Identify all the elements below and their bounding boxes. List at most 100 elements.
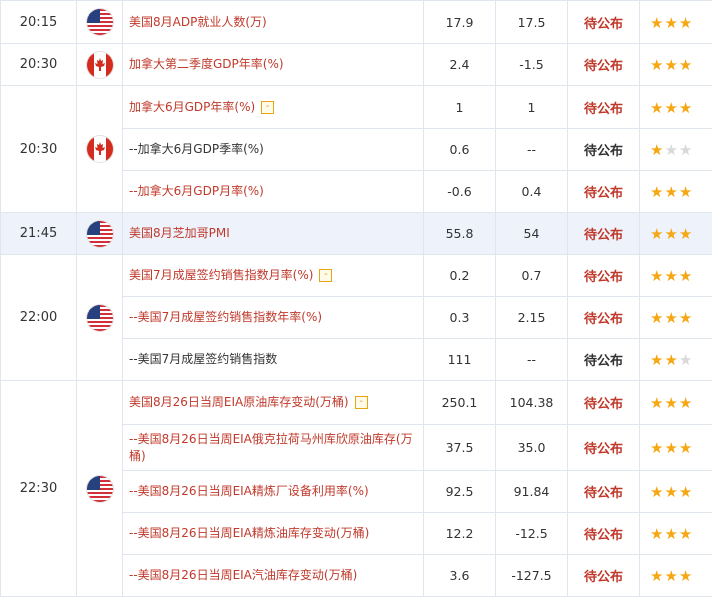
previous-value: 250.1 xyxy=(423,380,496,425)
event-name-link[interactable]: --美国7月成屋签约销售指数 xyxy=(129,352,277,366)
star-filled-icon: ★ xyxy=(678,56,693,74)
forecast-value: -1.5 xyxy=(495,43,568,86)
forecast-value: 17.5 xyxy=(495,0,568,44)
actual-status: 待公布 xyxy=(567,470,640,513)
previous-value: 3.6 xyxy=(423,554,496,597)
star-filled-icon: ★ xyxy=(650,267,664,285)
previous-value: 17.9 xyxy=(423,0,496,44)
star-filled-icon: ★ xyxy=(678,267,693,285)
forecast-value: -- xyxy=(495,128,568,171)
star-filled-icon: ★ xyxy=(650,13,664,32)
us-flag-icon xyxy=(86,475,113,502)
previous-value: 0.2 xyxy=(423,254,496,297)
us-flag-icon xyxy=(86,9,113,35)
event-time: 20:30 xyxy=(0,43,77,86)
event-row[interactable]: 20:15 美国8月ADP就业人数(万) 17.9 17.5 待公布 ★★★ xyxy=(0,0,712,44)
event-row[interactable]: 20:30 加拿大6月GDP年率(%) -1 1 待公布 ★★★ xyxy=(0,85,712,213)
us-flag-icon xyxy=(86,304,113,331)
event-time: 22:00 xyxy=(0,254,77,381)
star-empty-icon: ★ xyxy=(678,141,693,159)
event-name-link[interactable]: 加拿大6月GDP年率(%) xyxy=(129,100,255,114)
star-filled-icon: ★ xyxy=(664,567,678,585)
event-name-link[interactable]: --美国8月26日当周EIA俄克拉荷马州库欣原油库存(万桶) xyxy=(129,432,413,463)
economic-calendar-table: 20:15 美国8月ADP就业人数(万) 17.9 17.5 待公布 ★★★ 20:30 加拿… xyxy=(0,0,712,597)
forecast-value: 35.0 xyxy=(495,424,568,471)
actual-status: 待公布 xyxy=(567,128,640,171)
star-filled-icon: ★ xyxy=(664,439,678,457)
event-name-link[interactable]: --美国8月26日当周EIA精炼厂设备利用率(%) xyxy=(129,484,369,498)
previous-value: -0.6 xyxy=(423,170,496,213)
ca-flag-icon xyxy=(86,51,113,78)
importance-stars: ★★★ xyxy=(639,43,712,86)
star-filled-icon: ★ xyxy=(664,56,678,74)
star-filled-icon: ★ xyxy=(664,483,678,501)
forecast-value: 104.38 xyxy=(495,380,568,425)
forecast-value: 0.7 xyxy=(495,254,568,297)
collapse-toggle-icon[interactable]: - xyxy=(319,269,333,282)
event-name-link[interactable]: --加拿大6月GDP季率(%) xyxy=(129,142,264,156)
star-filled-icon: ★ xyxy=(678,98,693,117)
importance-stars: ★★★ xyxy=(639,85,712,129)
actual-status: 待公布 xyxy=(567,43,640,86)
event-name-link[interactable]: --美国8月26日当周EIA精炼油库存变动(万桶) xyxy=(129,526,369,540)
star-empty-icon: ★ xyxy=(664,141,678,159)
collapse-toggle-icon[interactable]: - xyxy=(261,100,275,114)
ca-flag-icon xyxy=(86,136,113,162)
previous-value: 12.2 xyxy=(423,512,496,555)
forecast-value: 1 xyxy=(495,85,568,129)
forecast-value: -127.5 xyxy=(495,554,568,597)
event-name-link[interactable]: 美国8月芝加哥PMI xyxy=(129,226,230,240)
importance-stars: ★★★ xyxy=(639,512,712,555)
actual-status: 待公布 xyxy=(567,424,640,471)
event-row[interactable]: 21:45 美国8月芝加哥PMI 55.8 54 待公布 ★★★ xyxy=(0,212,712,255)
event-name-link[interactable]: 美国8月26日当周EIA原油库存变动(万桶) xyxy=(129,395,349,409)
importance-stars: ★★★ xyxy=(639,424,712,471)
actual-status: 待公布 xyxy=(567,85,640,129)
previous-value: 92.5 xyxy=(423,470,496,513)
star-filled-icon: ★ xyxy=(664,98,678,117)
star-filled-icon: ★ xyxy=(664,351,678,369)
star-filled-icon: ★ xyxy=(650,525,664,543)
actual-status: 待公布 xyxy=(567,0,640,44)
event-name-link[interactable]: --美国7月成屋签约销售指数年率(%) xyxy=(129,310,322,324)
event-row[interactable]: 20:30 加拿大第二季度GDP年率(%) 2.4 -1.5 待公布 ★★★ xyxy=(0,43,712,86)
star-filled-icon: ★ xyxy=(650,183,664,201)
actual-status: 待公布 xyxy=(567,512,640,555)
importance-stars: ★★★ xyxy=(639,296,712,339)
importance-stars: ★★★ xyxy=(639,128,712,171)
star-filled-icon: ★ xyxy=(650,394,664,412)
star-filled-icon: ★ xyxy=(650,351,664,369)
collapse-toggle-icon[interactable]: - xyxy=(354,396,368,409)
previous-value: 2.4 xyxy=(423,43,496,86)
previous-value: 111 xyxy=(423,338,496,381)
previous-value: 0.3 xyxy=(423,296,496,339)
actual-status: 待公布 xyxy=(567,212,640,255)
event-row[interactable]: 22:30 美国8月26日当周EIA原油库存变动(万桶) -250.1 104.38 待… xyxy=(0,380,712,597)
star-filled-icon: ★ xyxy=(678,525,693,543)
star-filled-icon: ★ xyxy=(678,439,693,457)
event-time: 20:30 xyxy=(0,85,77,213)
importance-stars: ★★★ xyxy=(639,170,712,213)
star-filled-icon: ★ xyxy=(650,567,664,585)
actual-status: 待公布 xyxy=(567,554,640,597)
event-row[interactable]: 22:00 美国7月成屋签约销售指数月率(%) -0.2 0.7 待公布 ★★★ xyxy=(0,254,712,381)
event-name-link[interactable]: 美国8月ADP就业人数(万) xyxy=(129,15,267,29)
actual-status: 待公布 xyxy=(567,380,640,425)
event-name-link[interactable]: 加拿大第二季度GDP年率(%) xyxy=(129,57,284,71)
event-name-link[interactable]: --加拿大6月GDP月率(%) xyxy=(129,184,264,198)
star-empty-icon: ★ xyxy=(678,351,693,369)
event-name-link[interactable]: 美国7月成屋签约销售指数月率(%) xyxy=(129,268,313,282)
star-filled-icon: ★ xyxy=(678,309,693,327)
star-filled-icon: ★ xyxy=(650,309,664,327)
star-filled-icon: ★ xyxy=(678,483,693,501)
forecast-value: -- xyxy=(495,338,568,381)
star-filled-icon: ★ xyxy=(650,56,664,74)
star-filled-icon: ★ xyxy=(664,267,678,285)
previous-value: 1 xyxy=(423,85,496,129)
star-filled-icon: ★ xyxy=(650,225,664,243)
actual-status: 待公布 xyxy=(567,170,640,213)
event-name-link[interactable]: --美国8月26日当周EIA汽油库存变动(万桶) xyxy=(129,568,357,582)
us-flag-icon xyxy=(86,220,113,247)
star-filled-icon: ★ xyxy=(664,183,678,201)
star-filled-icon: ★ xyxy=(650,98,664,117)
